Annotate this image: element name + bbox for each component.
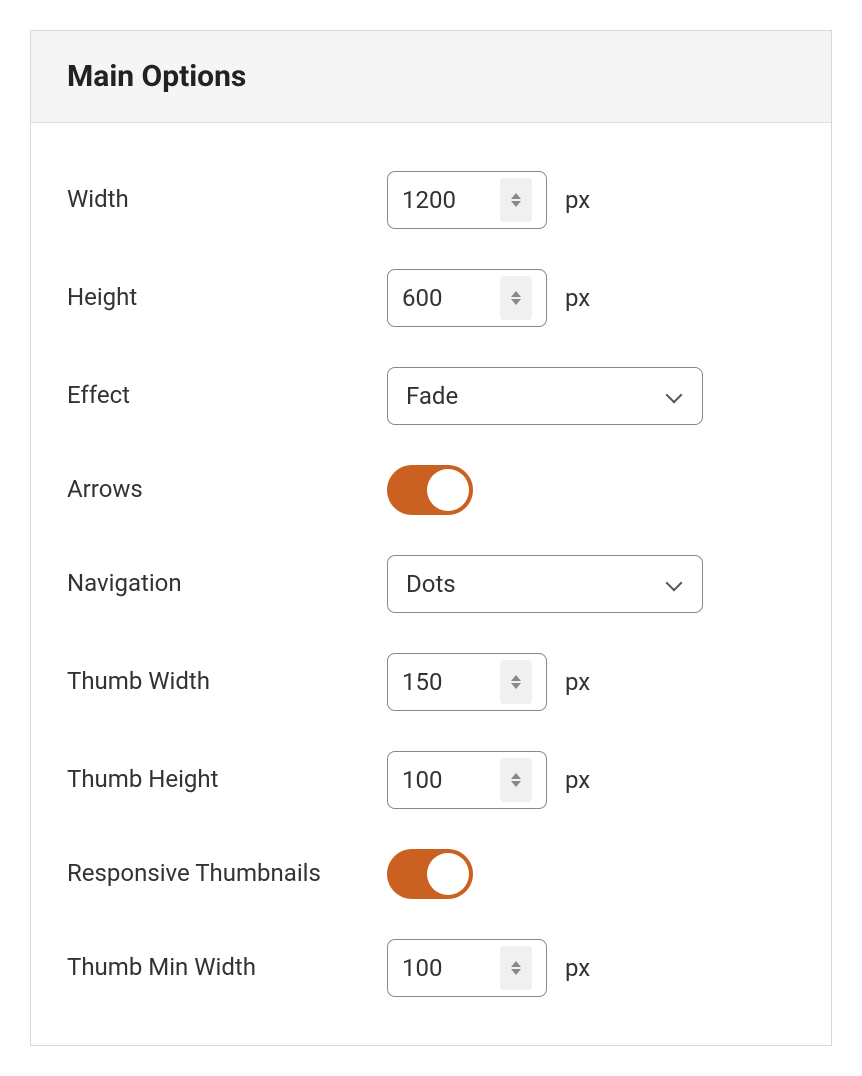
label-width: Width	[67, 184, 387, 215]
main-options-panel: Main Options Width 1200 px	[30, 30, 832, 1046]
responsive-thumbnails-toggle[interactable]	[387, 849, 473, 899]
toggle-knob	[427, 469, 469, 511]
row-navigation: Navigation Dots	[67, 555, 795, 613]
height-stepper[interactable]	[500, 276, 532, 320]
height-input[interactable]: 600	[387, 269, 547, 327]
thumb-width-value[interactable]: 150	[402, 668, 500, 696]
thumb-min-width-stepper[interactable]	[500, 946, 532, 990]
row-responsive-thumbnails: Responsive Thumbnails	[67, 849, 795, 899]
stepper-down-icon	[511, 201, 521, 207]
effect-select[interactable]: Fade	[387, 367, 703, 425]
stepper-up-icon	[511, 193, 521, 199]
thumb-height-stepper[interactable]	[500, 758, 532, 802]
control-effect: Fade	[387, 367, 703, 425]
chevron-down-icon	[666, 387, 684, 405]
thumb-min-width-input[interactable]: 100	[387, 939, 547, 997]
control-thumb-min-width: 100 px	[387, 939, 590, 997]
label-thumb-min-width: Thumb Min Width	[67, 952, 387, 983]
control-height: 600 px	[387, 269, 590, 327]
label-responsive-thumbnails: Responsive Thumbnails	[67, 858, 387, 889]
control-navigation: Dots	[387, 555, 703, 613]
width-value[interactable]: 1200	[402, 186, 500, 214]
row-thumb-width: Thumb Width 150 px	[67, 653, 795, 711]
control-arrows	[387, 465, 473, 515]
thumb-height-unit: px	[565, 766, 590, 794]
thumb-width-unit: px	[565, 668, 590, 696]
stepper-up-icon	[511, 675, 521, 681]
stepper-up-icon	[511, 961, 521, 967]
stepper-down-icon	[511, 781, 521, 787]
label-thumb-height: Thumb Height	[67, 764, 387, 795]
width-input[interactable]: 1200	[387, 171, 547, 229]
width-stepper[interactable]	[500, 178, 532, 222]
navigation-select[interactable]: Dots	[387, 555, 703, 613]
control-thumb-height: 100 px	[387, 751, 590, 809]
row-thumb-height: Thumb Height 100 px	[67, 751, 795, 809]
thumb-height-value[interactable]: 100	[402, 766, 500, 794]
width-unit: px	[565, 186, 590, 214]
row-effect: Effect Fade	[67, 367, 795, 425]
control-responsive-thumbnails	[387, 849, 473, 899]
control-thumb-width: 150 px	[387, 653, 590, 711]
label-navigation: Navigation	[67, 568, 387, 599]
stepper-down-icon	[511, 969, 521, 975]
label-height: Height	[67, 282, 387, 313]
stepper-up-icon	[511, 773, 521, 779]
label-thumb-width: Thumb Width	[67, 666, 387, 697]
stepper-down-icon	[511, 299, 521, 305]
stepper-down-icon	[511, 683, 521, 689]
thumb-width-stepper[interactable]	[500, 660, 532, 704]
height-unit: px	[565, 284, 590, 312]
label-effect: Effect	[67, 380, 387, 411]
row-height: Height 600 px	[67, 269, 795, 327]
label-arrows: Arrows	[67, 474, 387, 505]
panel-body: Width 1200 px Height	[31, 123, 831, 1045]
panel-header: Main Options	[31, 31, 831, 123]
thumb-min-width-value[interactable]: 100	[402, 954, 500, 982]
height-value[interactable]: 600	[402, 284, 500, 312]
row-thumb-min-width: Thumb Min Width 100 px	[67, 939, 795, 997]
navigation-value: Dots	[406, 570, 456, 598]
stepper-up-icon	[511, 291, 521, 297]
effect-value: Fade	[406, 382, 458, 410]
row-arrows: Arrows	[67, 465, 795, 515]
panel-title: Main Options	[67, 59, 795, 94]
toggle-knob	[427, 853, 469, 895]
thumb-height-input[interactable]: 100	[387, 751, 547, 809]
row-width: Width 1200 px	[67, 171, 795, 229]
thumb-width-input[interactable]: 150	[387, 653, 547, 711]
arrows-toggle[interactable]	[387, 465, 473, 515]
control-width: 1200 px	[387, 171, 590, 229]
chevron-down-icon	[666, 575, 684, 593]
thumb-min-width-unit: px	[565, 954, 590, 982]
